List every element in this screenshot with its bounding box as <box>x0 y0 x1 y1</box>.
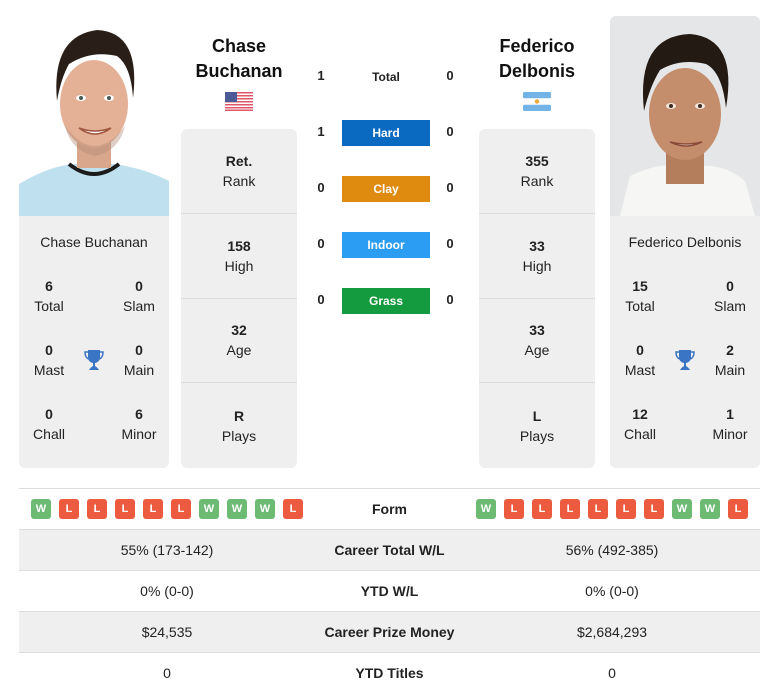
form-badge-loss[interactable]: L <box>644 499 664 519</box>
player2-age: 33 Age <box>479 299 595 384</box>
prize-money-label: Career Prize Money <box>324 624 455 640</box>
player1-ytd-wl: 0% (0-0) <box>140 583 194 599</box>
h2h-p2-count: 0 <box>446 124 454 139</box>
trophy-icon <box>84 350 104 370</box>
player1-titles-total: 6 Total <box>34 278 64 314</box>
form-badge-win[interactable]: W <box>199 499 219 519</box>
form-badge-loss[interactable]: L <box>143 499 163 519</box>
player1-high: 158 High <box>181 214 297 299</box>
h2h-p1-count: 1 <box>317 68 325 83</box>
player1-titles-mast: 0 Mast <box>33 342 65 378</box>
form-badge-win[interactable]: W <box>255 499 275 519</box>
form-badge-win[interactable]: W <box>227 499 247 519</box>
trophy-icon <box>675 350 695 370</box>
h2h-p1-count: 0 <box>317 292 325 307</box>
form-badge-loss[interactable]: L <box>87 499 107 519</box>
player1-name[interactable]: Chase Buchanan <box>181 34 297 84</box>
player2-full-name[interactable]: Federico Delbonis <box>610 234 760 250</box>
h2h-row-clay: 0 Clay 0 <box>310 176 460 202</box>
player1-career-wl: 55% (173-142) <box>120 542 214 558</box>
surface-badge-hard[interactable]: Hard <box>342 120 430 146</box>
usa-flag-icon <box>225 92 253 111</box>
player1-full-name[interactable]: Chase Buchanan <box>19 234 169 250</box>
player2-titles-chall: 12 Chall <box>624 406 656 442</box>
comparison-table: WLLLLLWWWL Form WLLLLLLWWL 55% (173-142)… <box>19 488 760 693</box>
player1-plays: R Plays <box>221 407 257 444</box>
h2h-row-indoor: 0 Indoor 0 <box>310 232 460 258</box>
ytd-titles-label: YTD Titles <box>355 665 424 681</box>
ytd-titles-row: 0 YTD Titles 0 <box>19 652 760 693</box>
player1-titles-chall: 0 Chall <box>33 406 65 442</box>
player1-titles-card: Chase Buchanan 6 Total 0 Slam 0 Mast 0 M… <box>19 216 169 468</box>
player2-career-wl: 56% (492-385) <box>565 542 659 558</box>
player1-portrait-image <box>19 16 169 216</box>
player2-titles-minor: 1 Minor <box>712 406 748 442</box>
player1-prize-money: $24,535 <box>141 624 193 640</box>
player2-prize-money: $2,684,293 <box>576 624 648 640</box>
ytd-wl-label: YTD W/L <box>360 583 419 599</box>
player2-name[interactable]: Federico Delbonis <box>479 34 595 84</box>
h2h-p1-count: 1 <box>317 124 325 139</box>
form-badge-loss[interactable]: L <box>59 499 79 519</box>
h2h-p1-count: 0 <box>317 180 325 195</box>
h2h-p2-count: 0 <box>446 68 454 83</box>
form-badge-loss[interactable]: L <box>283 499 303 519</box>
ytd-wl-row: 0% (0-0) YTD W/L 0% (0-0) <box>19 570 760 611</box>
h2h-row-total: 1 Total 0 <box>310 64 460 90</box>
player2-high: 33 High <box>479 214 595 299</box>
player1-titles-minor: 6 Minor <box>121 406 157 442</box>
surface-label-total: Total <box>372 70 400 84</box>
player2-stats-column: 355 Rank 33 High 33 Age L Plays <box>479 129 595 468</box>
surface-badge-grass[interactable]: Grass <box>342 288 430 314</box>
form-badge-loss[interactable]: L <box>115 499 135 519</box>
player2-form: WLLLLLLWWL <box>464 499 760 519</box>
career-wl-label: Career Total W/L <box>334 542 445 558</box>
h2h-p2-count: 0 <box>446 292 454 307</box>
prize-money-row: $24,535 Career Prize Money $2,684,293 <box>19 611 760 652</box>
form-badge-win[interactable]: W <box>672 499 692 519</box>
form-badge-loss[interactable]: L <box>171 499 191 519</box>
h2h-p1-count: 0 <box>317 236 325 251</box>
career-wl-row: 55% (173-142) Career Total W/L 56% (492-… <box>19 529 760 570</box>
form-badge-loss[interactable]: L <box>504 499 524 519</box>
player1-stats-column: Ret. Rank 158 High 32 Age R Plays <box>181 129 297 468</box>
player2-titles-main: 2 Main <box>714 342 746 378</box>
surface-badge-clay[interactable]: Clay <box>342 176 430 202</box>
h2h-p2-count: 0 <box>446 180 454 195</box>
player1-rank: Ret. Rank <box>181 129 297 214</box>
player1-form: WLLLLLWWWL <box>19 499 315 519</box>
h2h-row-grass: 0 Grass 0 <box>310 288 460 314</box>
form-badge-loss[interactable]: L <box>532 499 552 519</box>
player2-rank: 355 Rank <box>479 129 595 214</box>
form-badge-loss[interactable]: L <box>588 499 608 519</box>
form-badge-win[interactable]: W <box>700 499 720 519</box>
h2h-p2-count: 0 <box>446 236 454 251</box>
player2-plays: L Plays <box>519 407 555 444</box>
player2-titles-card: Federico Delbonis 15 Total 0 Slam 0 Mast… <box>610 216 760 468</box>
player1-ytd-titles: 0 <box>163 665 171 681</box>
player2-portrait-image <box>610 16 760 216</box>
form-badge-loss[interactable]: L <box>560 499 580 519</box>
form-badge-loss[interactable]: L <box>728 499 748 519</box>
player1-age: 32 Age <box>181 299 297 384</box>
player2-titles-slam: 0 Slam <box>714 278 746 314</box>
player2-titles-mast: 0 Mast <box>624 342 656 378</box>
form-badge-win[interactable]: W <box>31 499 51 519</box>
form-badge-loss[interactable]: L <box>616 499 636 519</box>
argentina-flag-icon <box>523 92 551 111</box>
player2-ytd-titles: 0 <box>608 665 616 681</box>
form-row: WLLLLLWWWL Form WLLLLLLWWL <box>19 488 760 529</box>
player2-titles-total: 15 Total <box>625 278 655 314</box>
surface-badge-indoor[interactable]: Indoor <box>342 232 430 258</box>
player1-titles-slam: 0 Slam <box>123 278 155 314</box>
form-badge-win[interactable]: W <box>476 499 496 519</box>
player1-photo <box>19 16 169 216</box>
player1-titles-main: 0 Main <box>123 342 155 378</box>
h2h-row-hard: 1 Hard 0 <box>310 120 460 146</box>
player2-ytd-wl: 0% (0-0) <box>585 583 639 599</box>
player2-photo <box>610 16 760 216</box>
form-label: Form <box>372 501 407 517</box>
